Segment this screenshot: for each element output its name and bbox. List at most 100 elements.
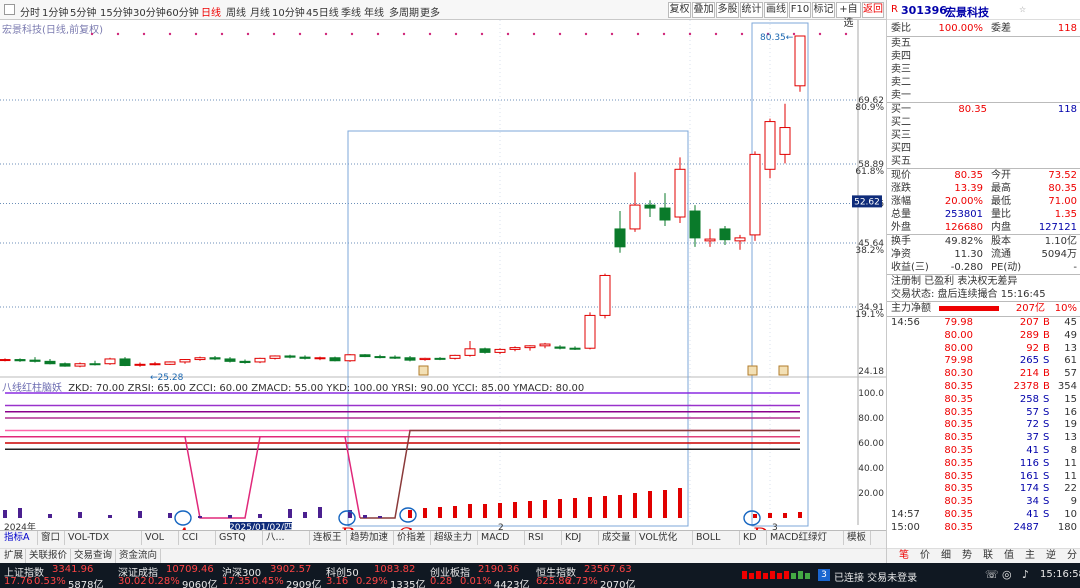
phone-icon[interactable]: ☏: [985, 568, 999, 581]
volume-icon[interactable]: ♪: [1022, 568, 1029, 581]
quote-tab-2[interactable]: 细: [941, 549, 951, 562]
indicator-tab-17[interactable]: KD: [741, 531, 767, 545]
toolbar-checkbox[interactable]: [4, 4, 15, 15]
indicator-tab-18[interactable]: MACD红绿灯: [768, 531, 844, 545]
candle-body: [74, 363, 86, 367]
signal-bar-icon: [756, 571, 761, 579]
range-selection-box-2[interactable]: [751, 22, 809, 527]
tick-volume: 207: [1019, 317, 1039, 328]
range-selection-box[interactable]: [347, 130, 689, 527]
ext-tab-0[interactable]: 扩展: [2, 549, 26, 563]
candle-body: [779, 127, 791, 155]
signal-dot: [246, 32, 250, 36]
kline-chart[interactable]: 宏景科技(日线,前复权) 69.6258.8952.2645.6434.9124…: [0, 20, 886, 530]
indicator-tab-2[interactable]: VOL-TDX: [66, 531, 142, 545]
indicator-tab-10[interactable]: 超级主力: [432, 531, 478, 545]
indicator-tab-21[interactable]: 模板: [845, 531, 871, 545]
indicator-tab-1[interactable]: 窗口: [39, 531, 65, 545]
toolbar-button-7[interactable]: +自选: [836, 2, 861, 29]
period-13[interactable]: 多周期: [389, 4, 419, 19]
date-cursor-label: 2025/01/02/四: [229, 523, 293, 530]
indicator-tab-0[interactable]: 指标A: [2, 531, 38, 545]
period-7[interactable]: 周线: [226, 4, 246, 19]
ind-bar-red: [408, 510, 412, 518]
indicator-tab-8[interactable]: 趋势加速: [348, 531, 394, 545]
field2-value: -0.280: [950, 262, 983, 273]
ext-tab-1[interactable]: 关联报价: [27, 549, 71, 563]
index-pct: 0.29%: [356, 576, 388, 587]
indicator-tab-11[interactable]: MACD: [479, 531, 525, 545]
ind-bar-purple: [3, 510, 7, 518]
period-3[interactable]: 15分钟: [100, 4, 133, 19]
toolbar-button-0[interactable]: 复权: [668, 2, 691, 18]
indicator-tab-9[interactable]: 价指差: [395, 531, 431, 545]
quote-tab-6[interactable]: 主: [1025, 549, 1035, 562]
signal-dot: [662, 32, 666, 36]
indicator-tab-7[interactable]: 连板王: [311, 531, 347, 545]
ext-tab-3[interactable]: 资金流向: [117, 549, 161, 563]
tick-volume: 41: [1026, 509, 1039, 520]
toolbar-button-4[interactable]: 画线: [764, 2, 788, 18]
ind-bar-purple: [378, 516, 382, 518]
indicator-tab-15[interactable]: VOL优化: [637, 531, 693, 545]
toolbar-button-5[interactable]: F10: [789, 2, 811, 18]
index-value: 1083.82: [374, 564, 416, 575]
ind-bar-red: [528, 501, 532, 518]
quote-tab-5[interactable]: 值: [1004, 549, 1014, 562]
period-11[interactable]: 季线: [341, 4, 361, 19]
toolbar-button-8[interactable]: 返回: [862, 2, 884, 18]
period-0[interactable]: 分时: [20, 4, 40, 19]
toolbar-button-6[interactable]: 标记: [812, 2, 835, 18]
event-marker-icon[interactable]: [418, 365, 429, 376]
indicator-tab-13[interactable]: KDJ: [563, 531, 599, 545]
period-4[interactable]: 30分钟: [133, 4, 166, 19]
signal-dot: [532, 32, 536, 36]
period-14[interactable]: 更多: [420, 4, 440, 19]
quote-tab-3[interactable]: 势: [962, 549, 972, 562]
indicator-tab-16[interactable]: BOLL: [694, 531, 740, 545]
quote-tab-4[interactable]: 联: [983, 549, 993, 562]
indicator-tab-14[interactable]: 成交量: [600, 531, 636, 545]
period-9[interactable]: 10分钟: [272, 4, 305, 19]
period-5[interactable]: 60分钟: [166, 4, 199, 19]
ind-bar-red: [468, 504, 472, 518]
tick-volume: 174: [1019, 483, 1039, 495]
tick-count: 354: [1057, 381, 1077, 392]
event-marker-icon[interactable]: [778, 365, 789, 376]
period-6[interactable]: 日线: [201, 4, 221, 19]
quote-row: 卖三: [887, 63, 1080, 76]
indicator-tab-12[interactable]: RSI: [526, 531, 562, 545]
indicator-tab-6[interactable]: 八...: [264, 531, 310, 545]
period-2[interactable]: 5分钟: [70, 4, 96, 19]
index-value: 3341.96: [52, 564, 94, 575]
candle-body: [164, 361, 176, 365]
candle-body: [734, 237, 746, 242]
month-label-2: 2: [498, 523, 504, 530]
period-1[interactable]: 1分钟: [42, 4, 68, 19]
period-12[interactable]: 年线: [364, 4, 384, 19]
field-label: 现价: [891, 170, 911, 181]
quote-tab-7[interactable]: 逆: [1046, 549, 1056, 562]
event-marker-icon[interactable]: [747, 365, 758, 376]
connection-status[interactable]: 已连接 交易未登录: [834, 569, 917, 584]
period-10[interactable]: 45日线: [306, 4, 339, 19]
ind-bar-red: [573, 498, 577, 518]
ext-tab-2[interactable]: 交易查询: [72, 549, 116, 563]
toolbar-button-3[interactable]: 统计: [740, 2, 763, 18]
indicator-tab-4[interactable]: CCI: [180, 531, 216, 545]
quote-tab-0[interactable]: 笔: [899, 549, 909, 562]
quote-tab-1[interactable]: 价: [920, 549, 930, 562]
indicator-tab-3[interactable]: VOL: [143, 531, 179, 545]
toolbar-button-1[interactable]: 叠加: [692, 2, 715, 18]
candle-body: [284, 355, 296, 358]
search-icon[interactable]: ◎: [1002, 568, 1012, 581]
toolbar-button-2[interactable]: 多股: [716, 2, 739, 18]
tick-time: 15:00: [891, 521, 920, 533]
indicator-tab-5[interactable]: GSTQ: [217, 531, 263, 545]
signal-bar-icon: [770, 571, 775, 579]
tick-volume: 37: [1026, 432, 1039, 444]
period-8[interactable]: 月线: [250, 4, 270, 19]
signal-dot: [506, 32, 510, 36]
ind-axis-label-1: 80.00: [858, 414, 884, 424]
quote-tab-8[interactable]: 分: [1067, 549, 1077, 562]
